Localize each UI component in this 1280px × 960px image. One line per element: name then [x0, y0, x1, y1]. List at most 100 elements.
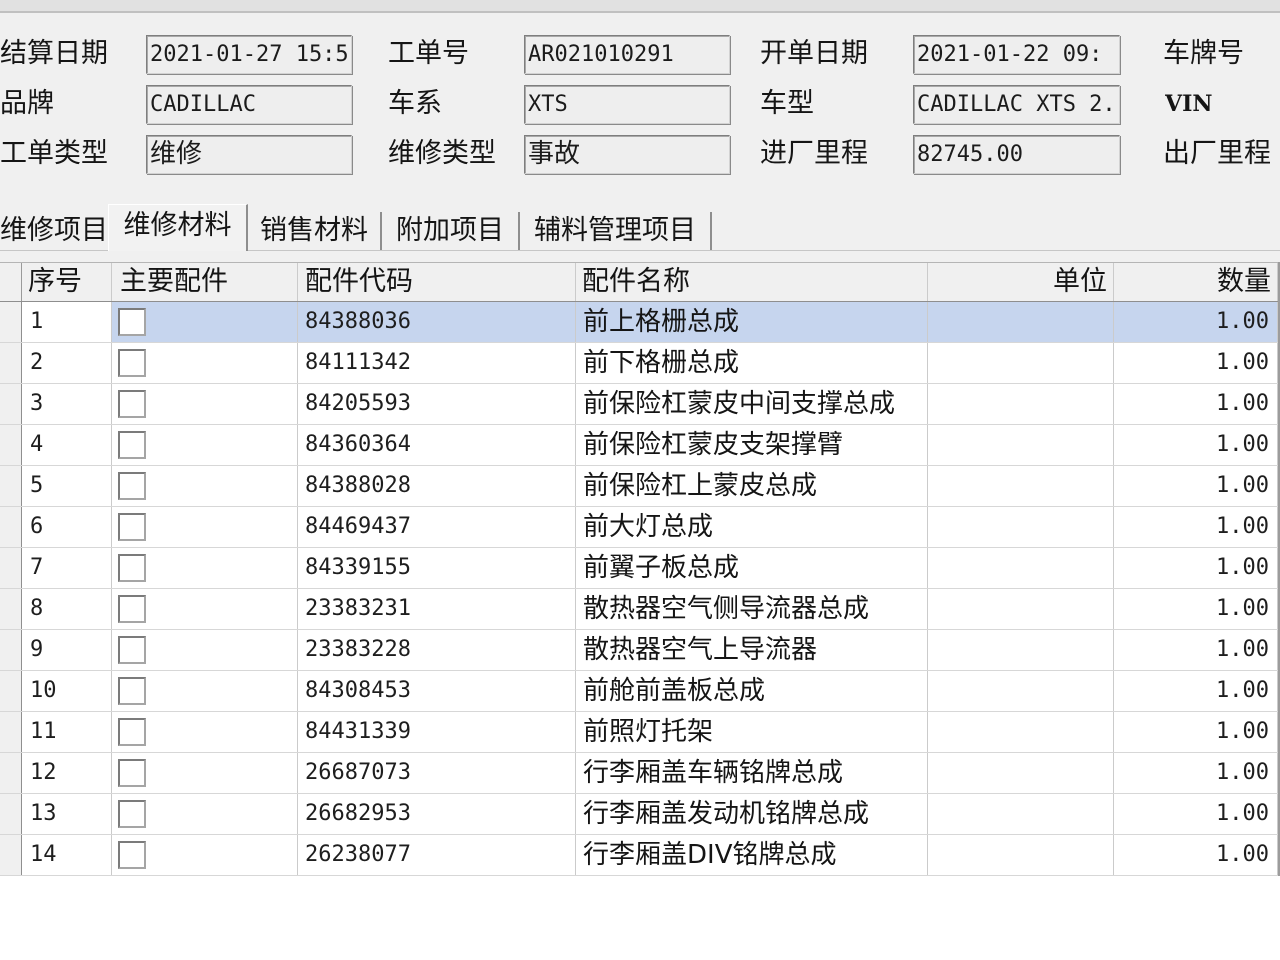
window-top-bar	[0, 0, 1280, 13]
main-part-checkbox[interactable]	[118, 308, 146, 336]
main-part-checkbox[interactable]	[118, 677, 146, 705]
table-row[interactable]: 11 84431339 前照灯托架 1.00	[0, 712, 1278, 753]
part-name-cell: 行李厢盖发动机铭牌总成	[576, 794, 928, 834]
main-part-cell[interactable]	[112, 548, 298, 588]
main-part-cell[interactable]	[112, 425, 298, 465]
work-order-no-field[interactable]: AR021010291	[524, 35, 730, 74]
seq-cell: 11	[22, 712, 112, 752]
row-indicator[interactable]	[0, 753, 22, 793]
work-order-no-label: 工单号	[388, 38, 469, 69]
settle-date-field[interactable]: 2021-01-27 15:5	[146, 35, 352, 74]
main-part-cell[interactable]	[112, 343, 298, 383]
table-row[interactable]: 10 84308453 前舱前盖板总成 1.00	[0, 671, 1278, 712]
repair-type-field[interactable]: 事故	[524, 135, 730, 174]
table-row[interactable]: 12 26687073 行李厢盖车辆铭牌总成 1.00	[0, 753, 1278, 794]
row-indicator[interactable]	[0, 548, 22, 588]
order-type-field[interactable]: 维修	[146, 135, 352, 174]
main-part-cell[interactable]	[112, 589, 298, 629]
main-part-checkbox[interactable]	[118, 636, 146, 664]
table-row[interactable]: 5 84388028 前保险杠上蒙皮总成 1.00	[0, 466, 1278, 507]
part-name-cell: 前大灯总成	[576, 507, 928, 547]
part-name-cell: 前保险杠蒙皮支架撑臂	[576, 425, 928, 465]
tab-sales-materials[interactable]: 销售材料	[248, 212, 382, 250]
row-indicator[interactable]	[0, 425, 22, 465]
main-part-cell[interactable]	[112, 712, 298, 752]
in-mileage-field[interactable]: 82745.00	[913, 135, 1120, 174]
table-row[interactable]: 8 23383231 散热器空气侧导流器总成 1.00	[0, 589, 1278, 630]
row-indicator[interactable]	[0, 343, 22, 383]
row-indicator[interactable]	[0, 835, 22, 875]
main-part-checkbox[interactable]	[118, 841, 146, 869]
column-header-seq[interactable]: 序号	[22, 263, 112, 301]
part-name-cell: 行李厢盖DIV铭牌总成	[576, 835, 928, 875]
table-row[interactable]: 3 84205593 前保险杠蒙皮中间支撑总成 1.00	[0, 384, 1278, 425]
row-indicator[interactable]	[0, 630, 22, 670]
row-indicator[interactable]	[0, 507, 22, 547]
open-date-label: 开单日期	[760, 38, 868, 69]
main-part-cell[interactable]	[112, 835, 298, 875]
unit-cell	[928, 343, 1114, 383]
table-row[interactable]: 7 84339155 前翼子板总成 1.00	[0, 548, 1278, 589]
model-field[interactable]: CADILLAC XTS 2.	[913, 85, 1120, 124]
table-row[interactable]: 4 84360364 前保险杠蒙皮支架撑臂 1.00	[0, 425, 1278, 466]
row-indicator[interactable]	[0, 589, 22, 629]
parts-grid[interactable]: 序号 主要配件 配件代码 配件名称 单位 数量 1 84388036 前上格栅总成 1…	[0, 262, 1280, 960]
column-header-main-part[interactable]: 主要配件	[112, 263, 298, 301]
tab-repair-materials[interactable]: 维修材料	[108, 204, 248, 251]
main-part-checkbox[interactable]	[118, 390, 146, 418]
main-part-checkbox[interactable]	[118, 800, 146, 828]
main-part-cell[interactable]	[112, 507, 298, 547]
main-part-checkbox[interactable]	[118, 595, 146, 623]
table-row[interactable]: 14 26238077 行李厢盖DIV铭牌总成 1.00	[0, 835, 1278, 876]
main-part-checkbox[interactable]	[118, 513, 146, 541]
unit-cell	[928, 507, 1114, 547]
unit-cell	[928, 384, 1114, 424]
main-part-checkbox[interactable]	[118, 431, 146, 459]
unit-cell	[928, 712, 1114, 752]
seq-cell: 14	[22, 835, 112, 875]
part-code-cell: 84205593	[298, 384, 576, 424]
column-header-part-name[interactable]: 配件名称	[576, 263, 928, 301]
part-code-cell: 23383228	[298, 630, 576, 670]
tab-repair-items[interactable]: 维修项目	[0, 212, 108, 250]
row-indicator[interactable]	[0, 302, 22, 342]
part-name-cell: 散热器空气侧导流器总成	[576, 589, 928, 629]
table-row[interactable]: 13 26682953 行李厢盖发动机铭牌总成 1.00	[0, 794, 1278, 835]
table-row[interactable]: 2 84111342 前下格栅总成 1.00	[0, 343, 1278, 384]
main-part-checkbox[interactable]	[118, 349, 146, 377]
main-part-cell[interactable]	[112, 671, 298, 711]
row-indicator[interactable]	[0, 794, 22, 834]
column-header-quantity[interactable]: 数量	[1114, 263, 1278, 301]
row-indicator[interactable]	[0, 712, 22, 752]
part-code-cell: 26687073	[298, 753, 576, 793]
part-name-cell: 前照灯托架	[576, 712, 928, 752]
in-mileage-label: 进厂里程	[760, 138, 868, 169]
row-indicator[interactable]	[0, 466, 22, 506]
main-part-cell[interactable]	[112, 794, 298, 834]
table-row[interactable]: 1 84388036 前上格栅总成 1.00	[0, 302, 1278, 343]
main-part-checkbox[interactable]	[118, 718, 146, 746]
main-part-cell[interactable]	[112, 302, 298, 342]
quantity-cell: 1.00	[1114, 548, 1278, 588]
main-part-checkbox[interactable]	[118, 472, 146, 500]
column-header-part-code[interactable]: 配件代码	[298, 263, 576, 301]
main-part-checkbox[interactable]	[118, 759, 146, 787]
tab-additional-items[interactable]: 附加项目	[382, 212, 520, 250]
main-part-checkbox[interactable]	[118, 554, 146, 582]
open-date-field[interactable]: 2021-01-22 09:	[913, 35, 1120, 74]
table-row[interactable]: 9 23383228 散热器空气上导流器 1.00	[0, 630, 1278, 671]
column-header-unit[interactable]: 单位	[928, 263, 1114, 301]
series-field[interactable]: XTS	[524, 85, 730, 124]
main-part-cell[interactable]	[112, 466, 298, 506]
vin-label: VIN	[1165, 91, 1213, 117]
brand-field[interactable]: CADILLAC	[146, 85, 352, 124]
tab-auxiliary-management-items[interactable]: 辅料管理项目	[520, 212, 712, 250]
quantity-cell: 1.00	[1114, 712, 1278, 752]
order-type-label: 工单类型	[0, 138, 108, 169]
main-part-cell[interactable]	[112, 753, 298, 793]
main-part-cell[interactable]	[112, 384, 298, 424]
row-indicator[interactable]	[0, 671, 22, 711]
row-indicator[interactable]	[0, 384, 22, 424]
table-row[interactable]: 6 84469437 前大灯总成 1.00	[0, 507, 1278, 548]
main-part-cell[interactable]	[112, 630, 298, 670]
